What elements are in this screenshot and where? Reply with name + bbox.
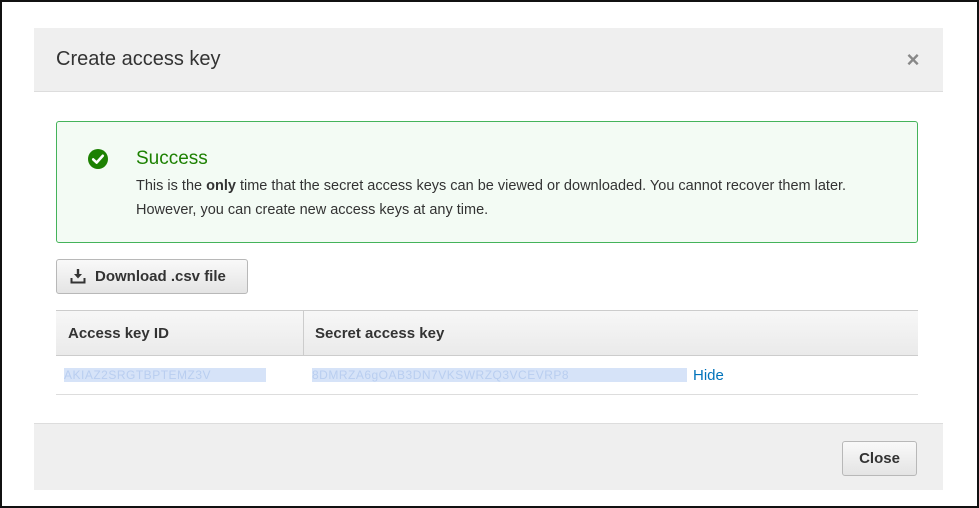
create-access-key-modal: Create access key × Success This is the … [34, 28, 943, 490]
download-csv-button[interactable]: Download .csv file [56, 259, 248, 294]
close-icon[interactable]: × [903, 48, 923, 72]
column-divider [303, 311, 304, 356]
screen-frame: Create access key × Success This is the … [0, 0, 979, 508]
success-alert: Success This is the only time that the s… [56, 121, 918, 243]
alert-message-emphasis: only [206, 178, 236, 194]
alert-message-start: This is the [136, 178, 207, 194]
alert-message-end: time that the secret access keys can be … [136, 178, 847, 218]
access-keys-table: Access key ID Secret access key AKIAZ2SR… [56, 310, 918, 395]
secret-access-key-value: 8DMRZA6gOAB3DN7VKSWRZQ3VCEVRP8 [312, 368, 687, 382]
check-circle-icon [88, 149, 108, 169]
download-icon [70, 269, 86, 284]
alert-message: This is the only time that the secret ac… [136, 174, 906, 222]
column-header-access-key-id: Access key ID [68, 325, 169, 342]
table-row: AKIAZ2SRGTBPTEMZ3V 8DMRZA6gOAB3DN7VKSWRZ… [56, 356, 918, 395]
download-button-label: Download .csv file [95, 268, 226, 285]
modal-footer: Close [34, 423, 943, 490]
column-header-secret-access-key: Secret access key [315, 325, 445, 342]
alert-title: Success [136, 148, 208, 169]
modal-title: Create access key [56, 48, 221, 70]
modal-header: Create access key × [34, 28, 943, 92]
close-button[interactable]: Close [842, 441, 917, 476]
access-key-id-value: AKIAZ2SRGTBPTEMZ3V [64, 368, 266, 382]
hide-secret-link[interactable]: Hide [693, 367, 724, 384]
table-header: Access key ID Secret access key [56, 310, 918, 356]
